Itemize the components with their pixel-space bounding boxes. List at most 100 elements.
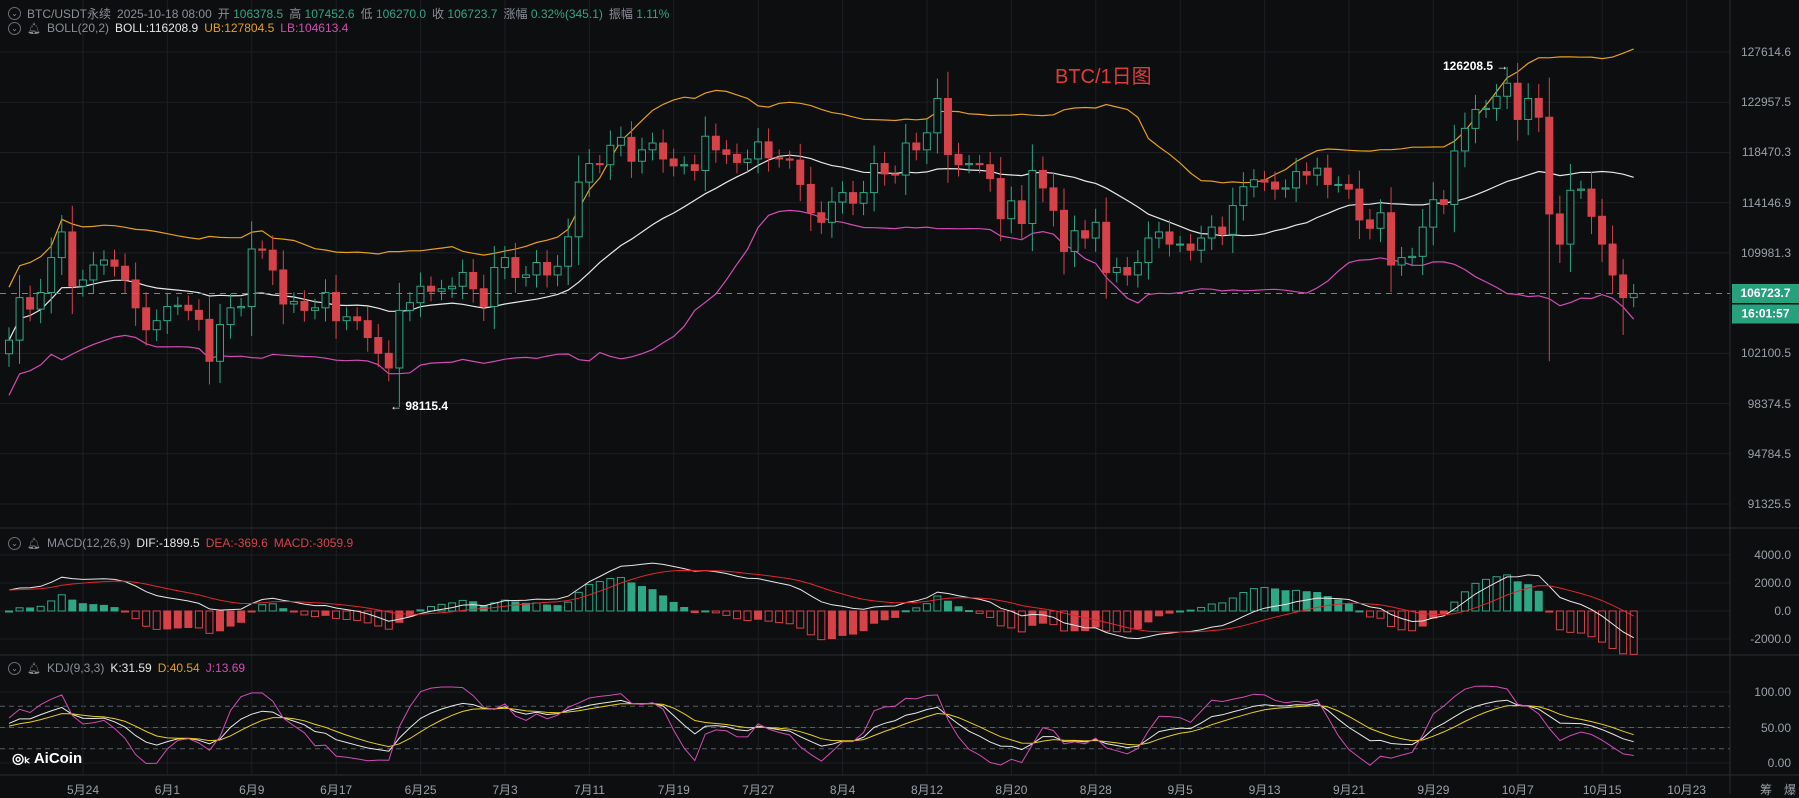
macd-bar bbox=[226, 610, 235, 627]
date-tick: 9月13 bbox=[1248, 783, 1281, 797]
macd-bar bbox=[553, 605, 562, 612]
macd-bar bbox=[247, 610, 256, 613]
kdj-tick: 0.00 bbox=[1767, 756, 1791, 770]
macd-bar bbox=[891, 610, 900, 618]
candle-up bbox=[680, 164, 689, 167]
macd-bar bbox=[732, 610, 741, 620]
candle-up bbox=[310, 307, 319, 311]
candle-up bbox=[395, 309, 404, 369]
macd-bar bbox=[1165, 610, 1174, 614]
candle-up bbox=[1576, 188, 1585, 191]
candle-down bbox=[184, 304, 193, 311]
kdj-name[interactable]: KDJ(9,3,3) bbox=[47, 661, 104, 675]
macd-bar bbox=[427, 606, 435, 612]
macd-bar bbox=[289, 610, 298, 613]
current-price-tag: 106723.7 bbox=[1732, 284, 1799, 304]
macd-bar bbox=[838, 610, 847, 636]
high-annotation: 126208.5 → bbox=[1443, 59, 1508, 73]
price-tick: 122957.5 bbox=[1740, 95, 1791, 110]
candle-down bbox=[1323, 167, 1332, 185]
candle-up bbox=[1334, 183, 1343, 186]
candle-down bbox=[796, 159, 805, 185]
candle-up bbox=[247, 248, 256, 308]
macd-bar bbox=[1144, 610, 1153, 623]
collapse-icon[interactable]: ⌄ bbox=[8, 7, 21, 20]
macd-bar bbox=[1355, 610, 1364, 613]
macd-bar bbox=[395, 610, 404, 623]
macd-bar bbox=[669, 601, 678, 612]
liquidation-button[interactable]: 爆 bbox=[1784, 781, 1796, 798]
candle-up bbox=[933, 97, 942, 134]
price-tick: 118470.3 bbox=[1741, 145, 1791, 160]
candle-down bbox=[722, 149, 731, 155]
candle-down bbox=[258, 248, 267, 251]
candle-up bbox=[1524, 97, 1533, 120]
candle-up bbox=[870, 163, 879, 194]
boll-name[interactable]: BOLL(20,2) bbox=[47, 21, 109, 35]
candle-down bbox=[142, 307, 151, 331]
candle-up bbox=[859, 192, 868, 204]
collapse-icon[interactable]: ⌄ bbox=[8, 536, 21, 550]
macd-bar bbox=[690, 610, 699, 614]
bell-icon[interactable]: 🔔︎ bbox=[27, 662, 41, 675]
candle-down bbox=[1439, 199, 1448, 205]
candle-up bbox=[1471, 108, 1480, 129]
boll-header: ⌄ 🔔︎ BOLL(20,2) BOLL:116208.9 UB:127804.… bbox=[8, 21, 348, 35]
candle-up bbox=[1460, 127, 1469, 152]
date-tick: 8月12 bbox=[910, 783, 944, 797]
change-value: 0.32%(345.1) bbox=[530, 7, 603, 21]
macd-bar bbox=[1292, 589, 1301, 612]
macd-bar bbox=[1007, 610, 1016, 629]
macd-bar bbox=[574, 591, 583, 612]
candle-up bbox=[226, 307, 235, 326]
candle-down bbox=[975, 163, 984, 166]
candle-up bbox=[532, 262, 541, 276]
candle-down bbox=[1049, 187, 1058, 211]
candle-down bbox=[1165, 231, 1174, 245]
bell-icon[interactable]: 🔔︎ bbox=[27, 22, 41, 35]
macd-bar bbox=[310, 610, 319, 618]
chips-button[interactable]: 筹 bbox=[1760, 781, 1772, 798]
macd-bar bbox=[15, 607, 24, 612]
candle-up bbox=[1408, 255, 1417, 259]
candle-up bbox=[1207, 226, 1216, 239]
boll-ub: UB:127804.5 bbox=[204, 21, 275, 35]
macd-bar bbox=[1503, 574, 1512, 612]
macd-bar bbox=[785, 610, 794, 625]
macd-bar bbox=[279, 608, 288, 612]
candle-down bbox=[1271, 181, 1279, 190]
candle-up bbox=[1482, 107, 1490, 110]
bell-icon[interactable]: 🔔︎ bbox=[27, 537, 41, 550]
macd-bar bbox=[1513, 581, 1522, 612]
macd-bar bbox=[1608, 610, 1617, 649]
macd-bar bbox=[954, 606, 963, 612]
candle-up bbox=[405, 302, 414, 311]
macd-bar bbox=[1102, 610, 1111, 632]
collapse-icon[interactable]: ⌄ bbox=[8, 661, 21, 675]
macd-bar bbox=[121, 610, 130, 613]
candle-down bbox=[110, 259, 119, 267]
candle-up bbox=[1228, 205, 1237, 235]
candle-up bbox=[152, 320, 161, 331]
candle-up bbox=[1176, 243, 1185, 246]
price-tick: 109981.3 bbox=[1740, 245, 1791, 260]
macd-bar bbox=[943, 600, 952, 612]
macd-bar bbox=[1566, 610, 1575, 633]
boll-mid: BOLL:116208.9 bbox=[115, 21, 199, 35]
macd-bar bbox=[1587, 610, 1596, 638]
macd-bar bbox=[648, 589, 657, 612]
date-tick: 7月11 bbox=[573, 783, 605, 797]
logo-text: AiCoin bbox=[33, 750, 83, 767]
candle-down bbox=[1060, 209, 1068, 252]
chart-canvas[interactable] bbox=[0, 0, 1799, 794]
candle-up bbox=[648, 142, 657, 151]
high-label: 高 bbox=[289, 7, 302, 21]
collapse-icon[interactable]: ⌄ bbox=[8, 21, 21, 35]
macd-bar bbox=[1397, 610, 1406, 631]
macd-bar bbox=[711, 610, 720, 614]
macd-bar bbox=[1344, 603, 1353, 612]
candle-down bbox=[764, 141, 773, 159]
candle-up bbox=[5, 339, 13, 355]
kdj-j: J:13.69 bbox=[205, 661, 246, 675]
macd-name[interactable]: MACD(12,26,9) bbox=[47, 536, 130, 550]
